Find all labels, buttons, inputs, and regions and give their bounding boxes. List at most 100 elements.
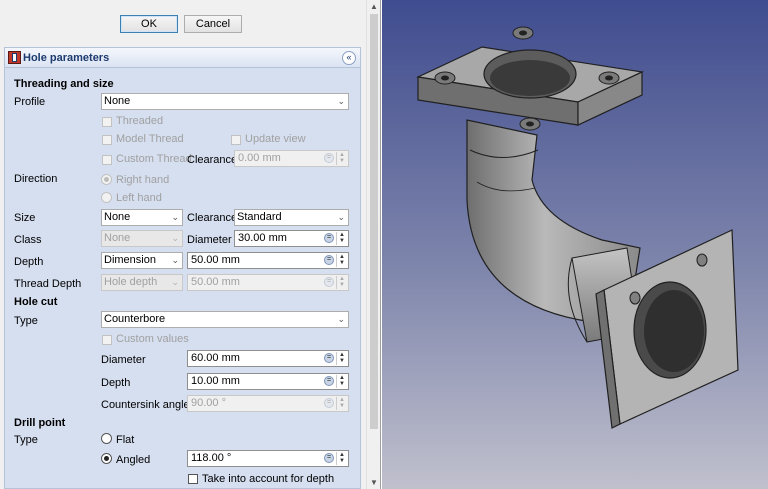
scroll-down-icon[interactable]: ▼ xyxy=(370,478,378,487)
size-clearance-label: Clearance xyxy=(187,212,238,224)
drill-angle-field[interactable]: 118.00 ° = ▲ ▼ xyxy=(187,450,349,467)
custom-thread-checkbox[interactable] xyxy=(102,155,112,165)
angled-label: Angled xyxy=(116,454,151,466)
spin-arrows-icon[interactable]: ▲ ▼ xyxy=(336,276,347,289)
class-label: Class xyxy=(14,234,42,246)
flat-radio[interactable] xyxy=(101,433,112,444)
hole-cut-type-value: Counterbore xyxy=(104,313,166,325)
chevron-down-icon: ⌄ xyxy=(171,212,179,222)
thread-depth-type-combo[interactable]: Hole depth ⌄ xyxy=(101,274,183,291)
expression-icon[interactable]: = xyxy=(324,453,334,463)
hole-cut-diameter-value: 60.00 mm xyxy=(191,352,240,364)
custom-values-label: Custom values xyxy=(116,333,189,345)
left-hand-radio[interactable] xyxy=(101,192,112,203)
class-combo[interactable]: None ⌄ xyxy=(101,230,183,247)
expression-icon[interactable]: = xyxy=(324,353,334,363)
countersink-angle-label: Countersink angle xyxy=(101,399,190,411)
thread-depth-label: Thread Depth xyxy=(14,278,82,290)
top-flange xyxy=(415,26,645,131)
depth-type-combo[interactable]: Dimension ⌄ xyxy=(101,252,183,269)
take-into-account-checkbox[interactable] xyxy=(188,474,198,484)
depth-label: Depth xyxy=(14,256,44,268)
custom-values-checkbox[interactable] xyxy=(102,335,112,345)
diameter-value: 30.00 mm xyxy=(238,232,287,244)
thread-depth-value: 50.00 mm xyxy=(191,276,240,288)
size-clearance-value: Standard xyxy=(237,211,282,223)
hole-parameters-title: Hole parameters xyxy=(23,52,110,64)
ok-button[interactable]: OK xyxy=(120,15,178,33)
profile-value: None xyxy=(104,95,131,107)
threaded-checkbox[interactable] xyxy=(102,117,112,127)
hole-cut-depth-field[interactable]: 10.00 mm = ▲ ▼ xyxy=(187,373,349,390)
expression-icon[interactable]: = xyxy=(324,376,334,386)
section-drill-point: Drill point xyxy=(14,417,66,429)
size-label: Size xyxy=(14,212,36,224)
take-into-account-label: Take into account for depth xyxy=(202,473,335,485)
3d-viewport[interactable] xyxy=(382,0,768,489)
expression-icon[interactable]: = xyxy=(324,398,334,408)
countersink-angle-field[interactable]: 90.00 ° = ▲ ▼ xyxy=(187,395,349,412)
size-value: None xyxy=(104,211,131,223)
spin-arrows-icon[interactable]: ▲ ▼ xyxy=(336,152,347,165)
expression-icon[interactable]: = xyxy=(324,255,334,265)
update-view-checkbox[interactable] xyxy=(231,135,241,145)
spin-arrows-icon[interactable]: ▲ ▼ xyxy=(336,375,347,388)
drill-point-type-label: Type xyxy=(14,434,38,446)
thread-clearance-label: Clearance xyxy=(187,154,238,166)
left-hand-label: Left hand xyxy=(116,192,162,204)
expression-icon[interactable]: = xyxy=(324,277,334,287)
thread-depth-field[interactable]: 50.00 mm = ▲ ▼ xyxy=(187,274,349,291)
model-thread-label: Model Thread xyxy=(116,133,184,145)
profile-combo[interactable]: None ⌄ xyxy=(101,93,349,110)
expression-icon[interactable]: = xyxy=(324,153,334,163)
spin-arrows-icon[interactable]: ▲ ▼ xyxy=(336,254,347,267)
spin-arrows-icon[interactable]: ▲ ▼ xyxy=(336,232,347,245)
depth-field[interactable]: 50.00 mm = ▲ ▼ xyxy=(187,252,349,269)
expression-icon[interactable]: = xyxy=(324,233,334,243)
hole-parameters-box: Hole parameters « Threading and size Pro… xyxy=(4,47,361,489)
chevron-down-icon: ⌄ xyxy=(337,314,345,324)
hole-cut-type-combo[interactable]: Counterbore ⌄ xyxy=(101,311,349,328)
section-hole-cut: Hole cut xyxy=(14,296,58,308)
spin-arrows-icon[interactable]: ▲ ▼ xyxy=(336,397,347,410)
task-panel: OK Cancel Hole parameters « Threading an… xyxy=(0,0,381,489)
scrollbar-thumb[interactable] xyxy=(370,14,378,429)
hole-cut-diameter-field[interactable]: 60.00 mm = ▲ ▼ xyxy=(187,350,349,367)
depth-value: 50.00 mm xyxy=(191,254,240,266)
scroll-up-icon[interactable]: ▲ xyxy=(370,2,378,11)
spin-arrows-icon[interactable]: ▲ ▼ xyxy=(336,352,347,365)
hole-cut-diameter-label: Diameter xyxy=(101,354,146,366)
chevron-down-icon: ⌄ xyxy=(337,212,345,222)
chevron-down-icon: ⌄ xyxy=(171,255,179,265)
cancel-button[interactable]: Cancel xyxy=(184,15,242,33)
update-view-label: Update view xyxy=(245,133,306,145)
profile-label: Profile xyxy=(14,96,46,108)
thread-clearance-field[interactable]: 0.00 mm = ▲ ▼ xyxy=(234,150,349,167)
depth-type-value: Dimension xyxy=(104,254,156,266)
thread-depth-type-value: Hole depth xyxy=(104,276,158,288)
chevron-down-icon: ⌄ xyxy=(337,96,345,106)
size-combo[interactable]: None ⌄ xyxy=(101,209,183,226)
class-value: None xyxy=(104,232,131,244)
threaded-label: Threaded xyxy=(116,115,164,127)
drill-angle-value: 118.00 ° xyxy=(191,452,232,464)
diameter-field[interactable]: 30.00 mm = ▲ ▼ xyxy=(234,230,349,247)
thread-clearance-value: 0.00 mm xyxy=(238,152,281,164)
panel-scrollbar[interactable]: ▲ ▼ xyxy=(366,0,380,489)
hole-cut-type-label: Type xyxy=(14,315,38,327)
size-clearance-combo[interactable]: Standard ⌄ xyxy=(234,209,349,226)
collapse-icon[interactable]: « xyxy=(342,51,356,65)
hole-cut-depth-label: Depth xyxy=(101,377,131,389)
custom-thread-label: Custom Thread xyxy=(116,153,192,165)
hole-feature-icon xyxy=(8,51,21,64)
pipe-elbow-model xyxy=(415,26,739,429)
model-thread-checkbox[interactable] xyxy=(102,135,112,145)
angled-radio[interactable] xyxy=(101,453,112,464)
right-hand-radio[interactable] xyxy=(101,174,112,185)
spin-arrows-icon[interactable]: ▲ ▼ xyxy=(336,452,347,465)
countersink-angle-value: 90.00 ° xyxy=(191,397,226,409)
direction-label: Direction xyxy=(14,173,58,185)
section-threading-and-size: Threading and size xyxy=(14,78,114,90)
hole-parameters-header[interactable]: Hole parameters « xyxy=(5,48,360,68)
chevron-down-icon: ⌄ xyxy=(171,233,179,243)
